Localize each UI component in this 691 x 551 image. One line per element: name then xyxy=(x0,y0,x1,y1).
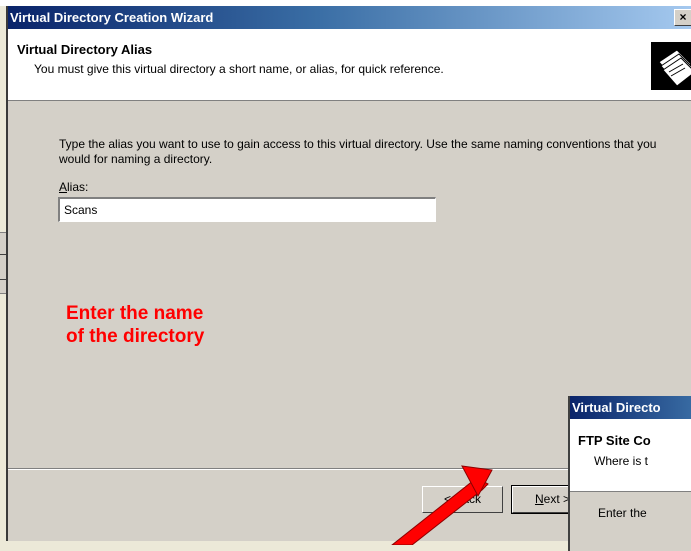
back-prefix: < xyxy=(443,492,455,506)
red-annotation-text: Enter the name of the directory xyxy=(66,302,204,348)
window-title: Virtual Directory Creation Wizard xyxy=(10,10,214,25)
alias-input[interactable] xyxy=(58,197,436,222)
instructions-text: Type the alias you want to use to gain a… xyxy=(59,137,657,166)
second-header-title: FTP Site Co xyxy=(578,433,651,448)
second-header-panel: FTP Site Co Where is t xyxy=(570,419,691,492)
annotation-line-1: Enter the name xyxy=(66,303,204,324)
alias-label-rest: lias: xyxy=(67,180,89,194)
close-icon: × xyxy=(679,10,687,24)
alias-label: Alias: xyxy=(59,180,88,194)
alias-label-accel: A xyxy=(59,180,68,194)
back-button[interactable]: < Back xyxy=(422,486,503,513)
wizard-documents-icon xyxy=(651,42,691,90)
next-accel: N xyxy=(534,492,544,506)
header-panel: Virtual Directory Alias You must give th… xyxy=(8,29,691,101)
header-subtitle: You must give this virtual directory a s… xyxy=(34,62,444,76)
header-title: Virtual Directory Alias xyxy=(17,42,153,57)
second-wizard-window: Virtual Directo FTP Site Co Where is t E… xyxy=(568,396,691,551)
title-bar: Virtual Directory Creation Wizard × xyxy=(8,6,691,29)
back-rest: ack xyxy=(462,492,482,506)
second-header-subtitle: Where is t xyxy=(594,454,649,468)
close-button[interactable]: × xyxy=(674,9,691,26)
second-title-bar: Virtual Directo xyxy=(570,396,691,419)
documents-icon xyxy=(651,42,691,90)
second-body-text: Enter the xyxy=(598,506,647,520)
next-rest: ext > xyxy=(543,492,571,506)
annotation-line-2: of the directory xyxy=(66,326,205,347)
